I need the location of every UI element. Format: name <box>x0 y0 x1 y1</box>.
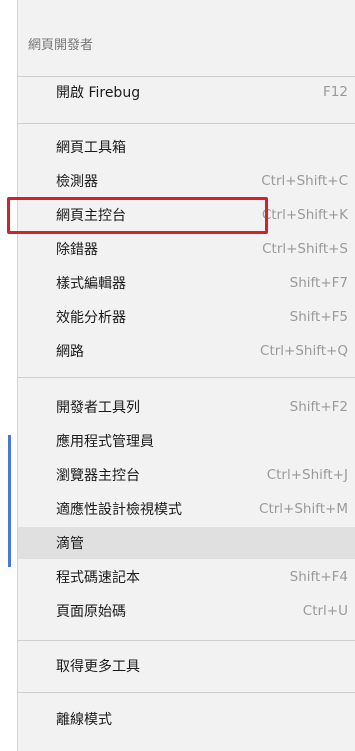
menu-item-app-manager[interactable]: 應用程式管理員 <box>18 425 355 457</box>
menu-item-label: 離線模式 <box>56 712 112 728</box>
menu-header: 網頁開發者 <box>28 38 94 53</box>
menu-item-profiler[interactable]: 效能分析器 Shift+F5 <box>18 301 355 333</box>
menu-item-shortcut: Shift+F2 <box>289 399 348 415</box>
menu-item-network[interactable]: 網路 Ctrl+Shift+Q <box>18 335 355 367</box>
menu-separator <box>18 377 355 378</box>
menu-item-label: 除錯器 <box>56 242 98 258</box>
menu-item-debugger[interactable]: 除錯器 Ctrl+Shift+S <box>18 233 355 265</box>
menu-item-shortcut: Ctrl+Shift+M <box>259 501 348 517</box>
window-edge-accent <box>8 435 11 567</box>
menu-item-open-firebug[interactable]: 開啟 Firebug F12 <box>18 76 355 108</box>
menu-item-style-editor[interactable]: 樣式編輯器 Shift+F7 <box>18 267 355 299</box>
menu-item-shortcut: Shift+F5 <box>289 309 348 325</box>
menu-item-label: 開發者工具列 <box>56 400 140 416</box>
menu-item-shortcut: Ctrl+Shift+J <box>266 467 348 483</box>
menu-item-label: 適應性設計檢視模式 <box>56 502 182 518</box>
menu-separator <box>18 692 355 693</box>
menu-item-shortcut: Ctrl+Shift+K <box>261 207 348 223</box>
menu-item-label: 頁面原始碼 <box>56 604 126 620</box>
menu-item-shortcut: Ctrl+Shift+Q <box>260 343 348 359</box>
annotation-highlight-box <box>7 197 268 234</box>
menu-item-label: 開啟 Firebug <box>56 85 141 101</box>
menu-item-toolbox[interactable]: 網頁工具箱 <box>18 131 355 163</box>
menu-separator <box>18 640 355 641</box>
menu-separator <box>18 123 355 124</box>
menu-item-label: 效能分析器 <box>56 310 126 326</box>
menu-item-shortcut: Shift+F7 <box>289 275 348 291</box>
menu-item-label: 網路 <box>56 344 84 360</box>
menu-item-label: 瀏覽器主控台 <box>56 468 140 484</box>
menu-item-label: 取得更多工具 <box>56 659 140 675</box>
menu-item-inspector[interactable]: 檢測器 Ctrl+Shift+C <box>18 165 355 197</box>
menu-item-eyedropper[interactable]: 滴管 <box>18 527 355 559</box>
menu-item-shortcut: F12 <box>323 84 348 100</box>
menu-item-responsive-design-view[interactable]: 適應性設計檢視模式 Ctrl+Shift+M <box>18 493 355 525</box>
menu-item-label: 網頁工具箱 <box>56 140 126 156</box>
menu-item-get-more-tools[interactable]: 取得更多工具 <box>18 650 355 682</box>
menu-item-shortcut: Shift+F4 <box>289 569 348 585</box>
menu-item-page-source[interactable]: 頁面原始碼 Ctrl+U <box>18 595 355 627</box>
menu-item-label: 應用程式管理員 <box>56 434 154 450</box>
menu-item-developer-toolbar[interactable]: 開發者工具列 Shift+F2 <box>18 391 355 423</box>
menu-item-label: 程式碼速記本 <box>56 570 140 586</box>
menu-item-label: 滴管 <box>56 536 84 552</box>
menu-item-label: 樣式編輯器 <box>56 276 126 292</box>
web-developer-menu: 網頁開發者 開啟 Firebug F12 網頁工具箱 檢測器 Ctrl+Shif… <box>17 0 355 751</box>
menu-item-shortcut: Ctrl+Shift+S <box>262 241 348 257</box>
menu-item-work-offline[interactable]: 離線模式 <box>18 703 355 735</box>
menu-item-shortcut: Ctrl+U <box>302 603 348 619</box>
menu-item-browser-console[interactable]: 瀏覽器主控台 Ctrl+Shift+J <box>18 459 355 491</box>
menu-item-scratchpad[interactable]: 程式碼速記本 Shift+F4 <box>18 561 355 593</box>
menu-item-shortcut: Ctrl+Shift+C <box>261 173 348 189</box>
menu-item-label: 檢測器 <box>56 174 98 190</box>
